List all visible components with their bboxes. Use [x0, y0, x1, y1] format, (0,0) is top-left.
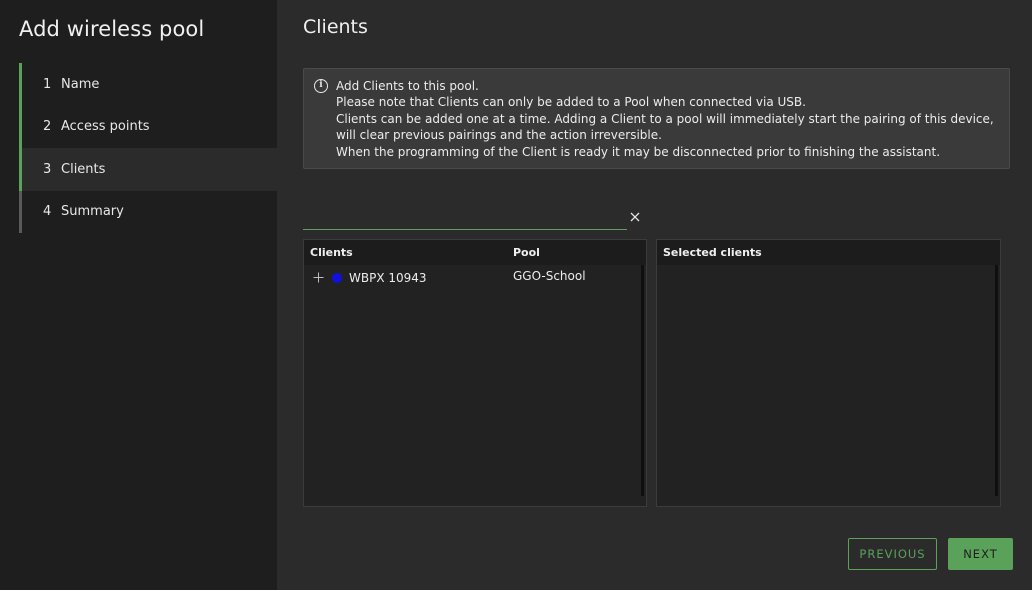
status-dot-icon: [332, 273, 342, 283]
client-name: WBPX 10943: [349, 271, 427, 285]
column-header-pool[interactable]: Pool: [513, 246, 540, 259]
step-number: 3: [43, 161, 52, 177]
search-input[interactable]: [303, 206, 627, 228]
info-icon: i: [314, 79, 328, 93]
selected-clients-table: Selected clients: [656, 239, 1001, 507]
step-label: Clients: [61, 161, 106, 177]
column-header-selected-clients: Selected clients: [663, 246, 762, 259]
step-label: Name: [61, 76, 100, 92]
next-button[interactable]: NEXT: [948, 538, 1013, 570]
search-field: [303, 206, 627, 230]
step-label: Summary: [61, 204, 124, 220]
step-number: 1: [43, 76, 52, 92]
table-row[interactable]: WBPX 10943 GGO-School: [304, 265, 646, 291]
scrollbar[interactable]: [995, 265, 998, 496]
clients-table: Clients Pool WBPX 10943 GGO-School: [303, 239, 647, 507]
step-name[interactable]: 1 Name: [19, 63, 277, 106]
table-header: Selected clients: [657, 240, 1000, 265]
step-summary[interactable]: 4 Summary: [19, 190, 277, 233]
wizard-title: Add wireless pool: [19, 17, 205, 41]
previous-button[interactable]: PREVIOUS: [848, 538, 937, 570]
column-header-clients[interactable]: Clients: [310, 246, 353, 259]
info-notice: i Add Clients to this pool. Please note …: [303, 68, 1010, 169]
step-list: 1 Name 2 Access points 3 Clients 4 Summa…: [19, 63, 277, 233]
info-line: Please note that Clients can only be add…: [336, 95, 806, 110]
step-number: 2: [43, 119, 52, 135]
info-text: Add Clients to this pool. Please note th…: [336, 78, 1001, 160]
step-clients[interactable]: 3 Clients: [19, 148, 277, 191]
close-icon: [630, 212, 640, 222]
info-line: When the programming of the Client is re…: [336, 144, 941, 159]
table-header: Clients Pool: [304, 240, 646, 265]
page-title: Clients: [303, 16, 368, 38]
add-icon[interactable]: [313, 272, 324, 283]
step-label: Access points: [61, 119, 150, 135]
info-line: Add Clients to this pool.: [336, 79, 479, 93]
clear-search-button[interactable]: [628, 209, 642, 223]
client-pool: GGO-School: [513, 269, 586, 283]
step-access-points[interactable]: 2 Access points: [19, 105, 277, 148]
step-number: 4: [43, 204, 52, 220]
info-line: Clients can be added one at a time. Addi…: [336, 111, 994, 143]
scrollbar[interactable]: [641, 265, 644, 496]
sidebar: Add wireless pool 1 Name 2 Access points…: [0, 0, 277, 590]
